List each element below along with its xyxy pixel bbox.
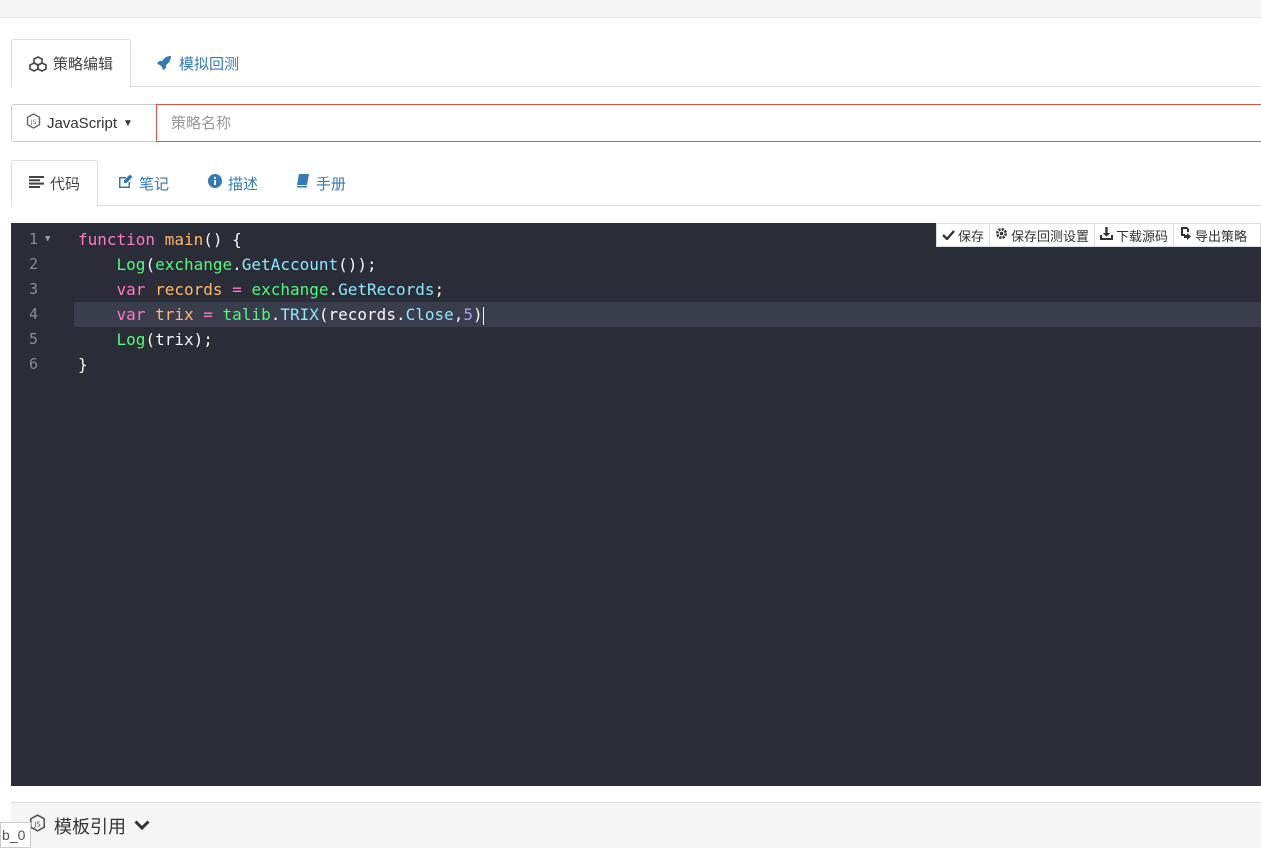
line-gutter: 1 ▼ 2 3 4 5 6 [11, 227, 71, 377]
js-icon: JS [26, 113, 41, 133]
line-number: 3 [29, 280, 39, 298]
info-icon [208, 174, 222, 192]
code-content[interactable]: function main() { Log(exchange.GetAccoun… [74, 227, 1261, 377]
list-icon [29, 175, 44, 192]
download-icon [1100, 227, 1114, 243]
download-label: 下载源码 [1116, 228, 1169, 244]
export-label: 导出策略 [1195, 228, 1248, 244]
svg-text:JS: JS [33, 820, 40, 828]
tab-code-label: 代码 [50, 176, 81, 193]
code-editor[interactable]: 1 ▼ 2 3 4 5 6 function main() { Log(excha… [11, 223, 1261, 786]
export-strategy-button[interactable]: 导出策略 [1174, 224, 1252, 246]
line-number: 6 [29, 355, 39, 373]
corner-label: b_0 [0, 822, 31, 848]
line-number: 5 [29, 330, 39, 348]
template-reference-panel[interactable]: JS 模板引用 [11, 802, 1261, 848]
caret-down-icon: ▼ [123, 117, 133, 129]
tab-manual-label: 手册 [316, 175, 347, 193]
download-source-button[interactable]: 下载源码 [1095, 224, 1175, 246]
js-icon: JS [29, 814, 46, 837]
line-number: 4 [29, 305, 39, 323]
tab-manual[interactable]: 手册 [279, 160, 363, 206]
chevron-down-icon[interactable] [134, 815, 150, 836]
book-icon [296, 174, 310, 192]
tab-notes[interactable]: 笔记 [101, 160, 186, 206]
gear-icon [995, 227, 1008, 243]
text-cursor [482, 306, 484, 325]
save-label: 保存 [958, 228, 985, 244]
main-tabs: 策略编辑 模拟回测 [11, 39, 1261, 88]
code-line[interactable]: var records = exchange.GetRecords; [74, 277, 1261, 302]
code-line[interactable]: Log(trix); [74, 327, 1261, 352]
export-icon [1179, 227, 1192, 243]
save-backtest-settings-button[interactable]: 保存回测设置 [990, 224, 1096, 246]
line-number: 1 ▼ [11, 227, 71, 252]
top-bar [0, 0, 1261, 18]
tab-backtest-label: 模拟回测 [179, 55, 240, 73]
cubes-icon [29, 55, 47, 73]
line-number: 2 [29, 255, 39, 273]
check-icon [942, 228, 955, 243]
tab-description[interactable]: 描述 [191, 160, 275, 206]
language-label: JavaScript [47, 114, 118, 132]
editor-toolbar: 保存 保存回测设置 下载源码 导出策略 [936, 223, 1261, 247]
tab-backtest[interactable]: 模拟回测 [138, 39, 256, 87]
tab-code[interactable]: 代码 [11, 160, 99, 207]
rocket-icon [155, 54, 173, 72]
code-line[interactable]: } [74, 352, 1261, 377]
code-line[interactable]: Log(exchange.GetAccount()); [74, 252, 1261, 277]
edit-icon [118, 174, 133, 192]
save-backtest-label: 保存回测设置 [1011, 228, 1090, 244]
code-line-active[interactable]: var trix = talib.TRIX(records.Close,5) [74, 302, 1261, 327]
language-dropdown[interactable]: JS JavaScript ▼ [11, 104, 157, 142]
template-reference-label: 模板引用 [54, 816, 126, 837]
sub-tabs: 代码 笔记 描述 手册 [11, 160, 1261, 207]
save-button[interactable]: 保存 [937, 224, 991, 246]
tab-strategy-edit-label: 策略编辑 [53, 56, 114, 73]
tab-strategy-edit[interactable]: 策略编辑 [11, 39, 132, 88]
strategy-name-input[interactable] [156, 104, 1261, 142]
tab-notes-label: 笔记 [139, 175, 170, 193]
fold-arrow-icon[interactable]: ▼ [45, 227, 50, 252]
tab-description-label: 描述 [228, 175, 259, 193]
svg-text:JS: JS [30, 119, 37, 126]
